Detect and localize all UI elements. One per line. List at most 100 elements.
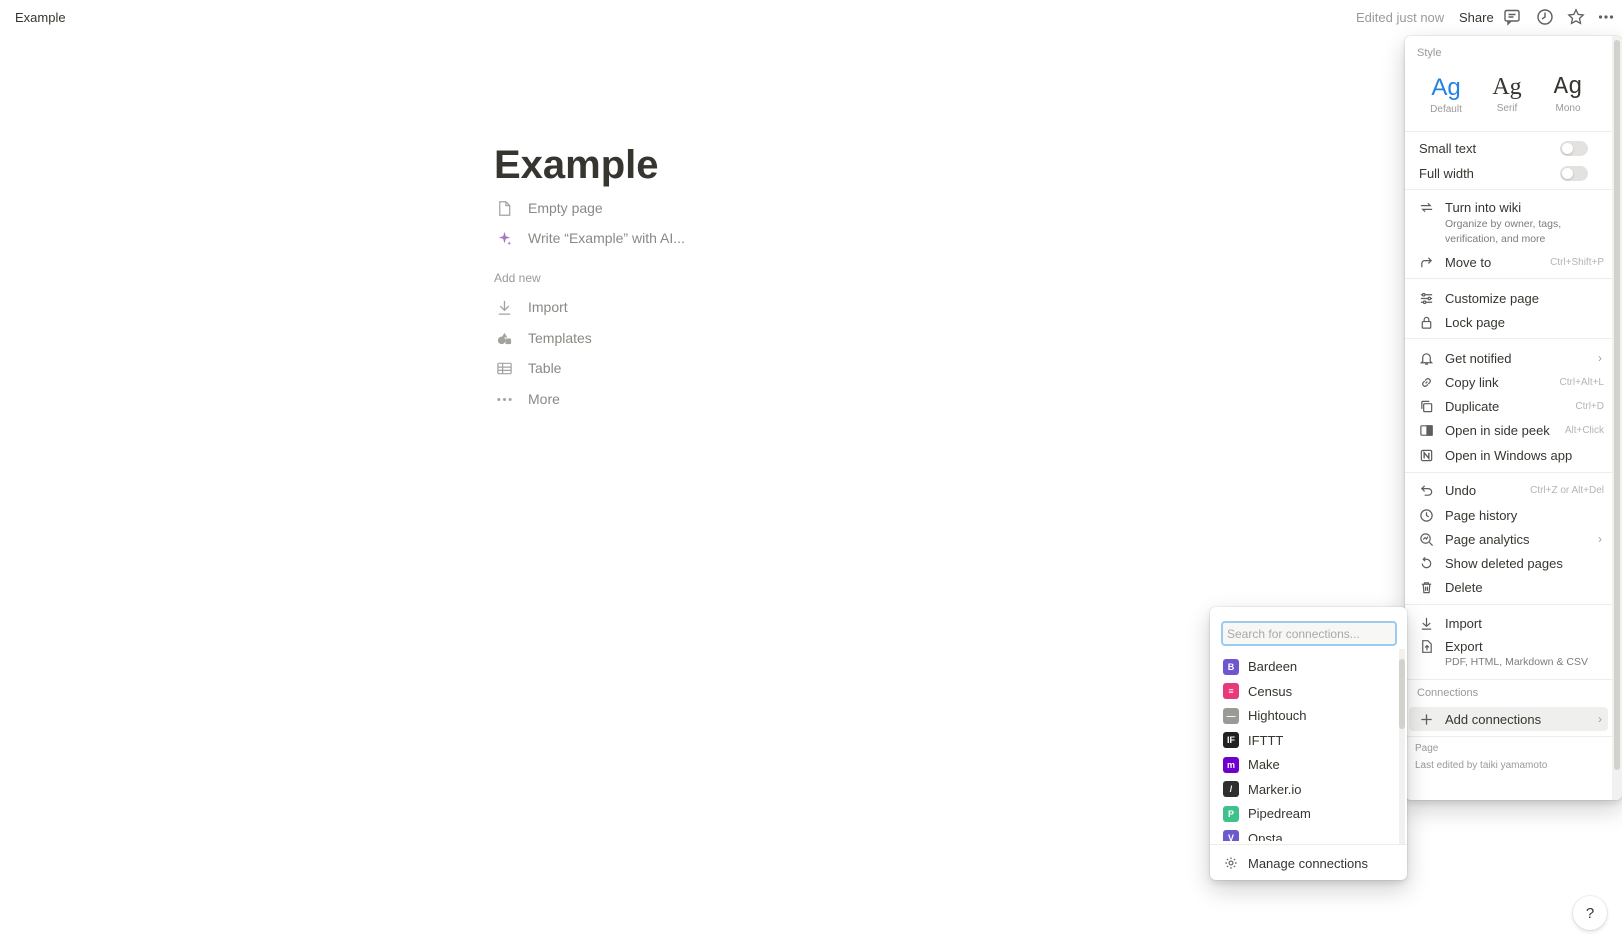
duplicate-icon	[1417, 397, 1435, 415]
delete-item[interactable]: Delete	[1405, 575, 1612, 599]
divider	[1405, 131, 1612, 132]
lock-page-item[interactable]: Lock page	[1405, 310, 1612, 334]
templates-option[interactable]: Templates	[494, 325, 592, 351]
connection-item-bardeen[interactable]: B Bardeen	[1210, 654, 1397, 679]
customize-page-item[interactable]: Customize page	[1405, 286, 1612, 310]
copy-link-item[interactable]: Copy link Ctrl+Alt+L	[1405, 370, 1612, 394]
comment-icon[interactable]	[1502, 7, 1522, 27]
restore-icon	[1417, 554, 1435, 572]
connection-name: Opsta	[1248, 830, 1283, 842]
help-button[interactable]: ?	[1573, 896, 1607, 930]
manage-connections-item[interactable]: Manage connections	[1210, 850, 1407, 876]
star-icon[interactable]	[1566, 7, 1586, 27]
divider	[1405, 736, 1612, 737]
connection-item-marker-io[interactable]: / Marker.io	[1210, 777, 1397, 802]
menu-item-label: Import	[1445, 615, 1482, 631]
connections-scrollbar[interactable]	[1399, 649, 1405, 845]
divider	[1210, 844, 1407, 845]
style-mono-option[interactable]: Ag Mono	[1541, 74, 1595, 114]
table-icon	[494, 358, 514, 378]
shortcut: Alt+Click	[1564, 424, 1604, 436]
option-label: Import	[528, 299, 568, 315]
connection-item-pipedream[interactable]: P Pipedream	[1210, 801, 1397, 826]
export-icon	[1417, 637, 1435, 655]
menu-item-label: Get notified	[1445, 350, 1512, 366]
get-notified-item[interactable]: Get notified ›	[1405, 346, 1612, 370]
connection-item-opsta[interactable]: V Opsta	[1210, 826, 1397, 842]
divider	[1405, 472, 1612, 473]
clock-icon[interactable]	[1535, 7, 1555, 27]
style-sample: Ag	[1431, 74, 1461, 101]
open-windows-app-item[interactable]: Open in Windows app	[1405, 443, 1612, 467]
import-item[interactable]: Import	[1405, 611, 1612, 635]
style-sample: Ag	[1492, 74, 1522, 100]
trash-icon	[1417, 578, 1435, 596]
page-analytics-item[interactable]: Page analytics ›	[1405, 527, 1612, 551]
history-icon	[1417, 506, 1435, 524]
connection-logo-icon: —	[1223, 707, 1239, 724]
full-width-toggle-row[interactable]: Full width	[1405, 161, 1612, 185]
connection-name: Pipedream	[1248, 806, 1311, 821]
connection-name: Marker.io	[1248, 781, 1302, 797]
export-description: PDF, HTML, Markdown & CSV	[1445, 656, 1588, 668]
show-deleted-pages-item[interactable]: Show deleted pages	[1405, 551, 1612, 575]
refresh-icon	[1417, 198, 1435, 216]
style-default-option[interactable]: Ag Default	[1419, 74, 1473, 115]
add-new-label: Add new	[494, 271, 541, 285]
connection-item-ifttt[interactable]: IF IFTTT	[1210, 728, 1397, 753]
connection-logo-icon: m	[1223, 756, 1239, 773]
connection-logo-icon: B	[1223, 658, 1239, 675]
small-text-toggle-row[interactable]: Small text	[1405, 136, 1612, 160]
add-connections-item[interactable]: Add connections ›	[1409, 707, 1608, 731]
share-button[interactable]: Share	[1459, 10, 1494, 25]
menu-item-label: Customize page	[1445, 290, 1539, 306]
undo-item[interactable]: Undo Ctrl+Z or Alt+Del	[1405, 478, 1612, 502]
footer-last-edited: Last edited by taiki yamamoto	[1415, 760, 1548, 771]
full-width-toggle[interactable]	[1560, 166, 1588, 181]
connection-item-census[interactable]: ≡ Census	[1210, 679, 1397, 704]
connections-label: Connections	[1417, 687, 1479, 699]
menu-scrollbar-thumb[interactable]	[1614, 40, 1620, 770]
wiki-description: Organize by owner, tags, verification, a…	[1445, 218, 1562, 245]
more-icon[interactable]	[1596, 7, 1616, 27]
divider	[1405, 338, 1612, 339]
more-option[interactable]: More	[494, 386, 560, 412]
link-icon	[1417, 373, 1435, 391]
menu-item-label: Open in side peek	[1445, 422, 1550, 438]
page-history-item[interactable]: Page history	[1405, 503, 1612, 527]
connection-logo-icon: V	[1223, 830, 1239, 841]
write-with-ai-option[interactable]: Write “Example” with AI...	[494, 225, 685, 251]
menu-item-label: Delete	[1445, 579, 1483, 595]
connections-scrollbar-thumb[interactable]	[1399, 659, 1405, 729]
download-icon	[1417, 614, 1435, 632]
connection-logo-icon: /	[1223, 781, 1239, 797]
move-to-item[interactable]: Move to Ctrl+Shift+P	[1405, 250, 1612, 274]
side-peek-icon	[1417, 421, 1435, 439]
turn-into-wiki-item[interactable]: Turn into wiki	[1405, 195, 1612, 219]
shortcut: Ctrl+Alt+L	[1559, 376, 1604, 388]
divider	[1405, 604, 1612, 605]
empty-page-option[interactable]: Empty page	[494, 195, 603, 221]
open-side-peek-item[interactable]: Open in side peek Alt+Click	[1405, 418, 1612, 442]
connections-search-input[interactable]	[1221, 621, 1397, 646]
connection-item-make[interactable]: m Make	[1210, 752, 1397, 777]
option-label: Table	[528, 360, 562, 376]
import-option[interactable]: Import	[494, 294, 568, 320]
divider	[1405, 679, 1612, 680]
small-text-toggle[interactable]	[1560, 141, 1588, 156]
connection-logo-icon: ≡	[1223, 683, 1239, 699]
sparkle-icon	[494, 228, 514, 248]
connection-item-hightouch[interactable]: — Hightouch	[1210, 703, 1397, 728]
duplicate-item[interactable]: Duplicate Ctrl+D	[1405, 394, 1612, 418]
full-width-label: Full width	[1419, 165, 1474, 181]
style-serif-option[interactable]: Ag Serif	[1480, 74, 1534, 114]
breadcrumb[interactable]: Example	[15, 10, 66, 25]
templates-icon	[494, 328, 514, 348]
undo-icon	[1417, 481, 1435, 499]
page-title[interactable]: Example	[494, 143, 659, 188]
connection-name: Bardeen	[1248, 659, 1298, 674]
divider	[1405, 278, 1612, 279]
menu-item-label: Page analytics	[1445, 531, 1530, 547]
table-option[interactable]: Table	[494, 355, 561, 381]
gear-icon	[1223, 855, 1239, 871]
